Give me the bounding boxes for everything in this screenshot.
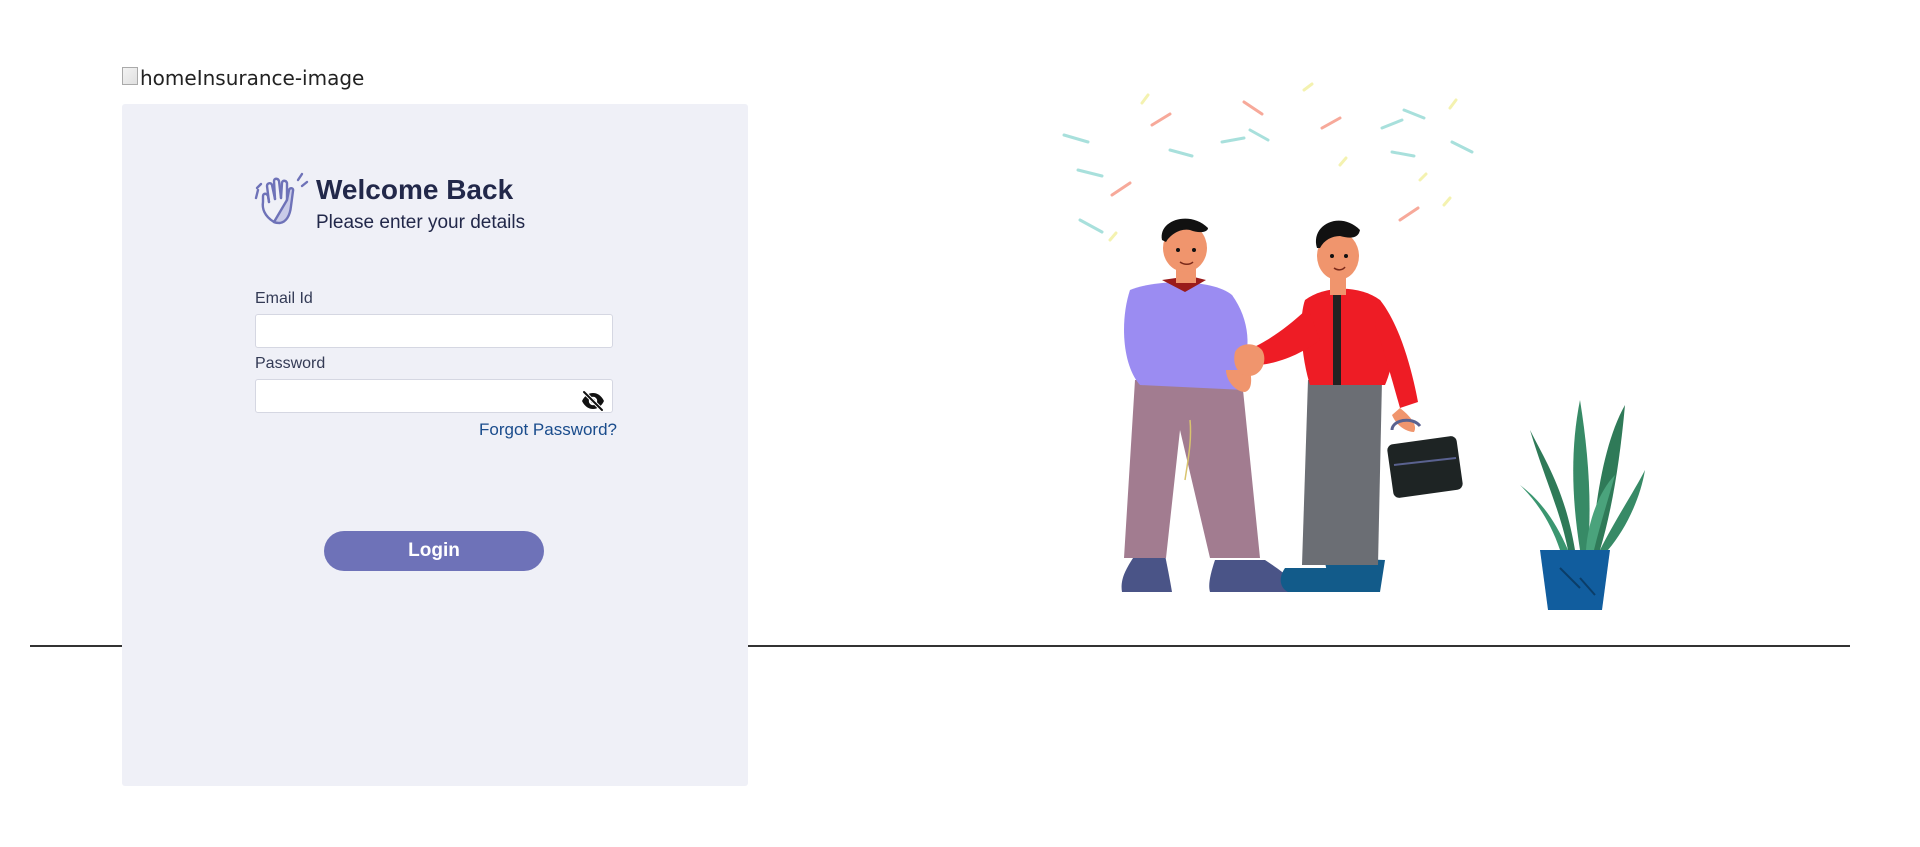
- waving-hand-icon: [254, 172, 309, 225]
- confetti: [1062, 82, 1474, 242]
- welcome-title: Welcome Back: [316, 174, 514, 205]
- eye-slash-icon[interactable]: [581, 390, 605, 412]
- left-man: [1121, 218, 1300, 592]
- potted-plant: [1520, 400, 1645, 610]
- home-insurance-image: homeInsurance-image: [122, 66, 364, 90]
- login-page: homeInsurance-image Welcome Back Please …: [0, 0, 1920, 847]
- email-label: Email Id: [255, 290, 313, 307]
- email-field[interactable]: [255, 314, 613, 348]
- login-card: Welcome Back Please enter your details E…: [122, 104, 748, 786]
- right-man: [1234, 220, 1463, 592]
- broken-image-icon: [122, 67, 138, 85]
- login-button[interactable]: Login: [324, 531, 544, 571]
- password-label: Password: [255, 355, 326, 372]
- password-field[interactable]: [255, 379, 613, 413]
- forgot-password-link[interactable]: Forgot Password?: [479, 420, 617, 440]
- home-insurance-image-alt: homeInsurance-image: [140, 66, 365, 90]
- welcome-block: Welcome Back Please enter your details: [254, 172, 525, 234]
- welcome-subtitle: Please enter your details: [316, 212, 526, 233]
- handshake-illustration: [1062, 82, 1645, 610]
